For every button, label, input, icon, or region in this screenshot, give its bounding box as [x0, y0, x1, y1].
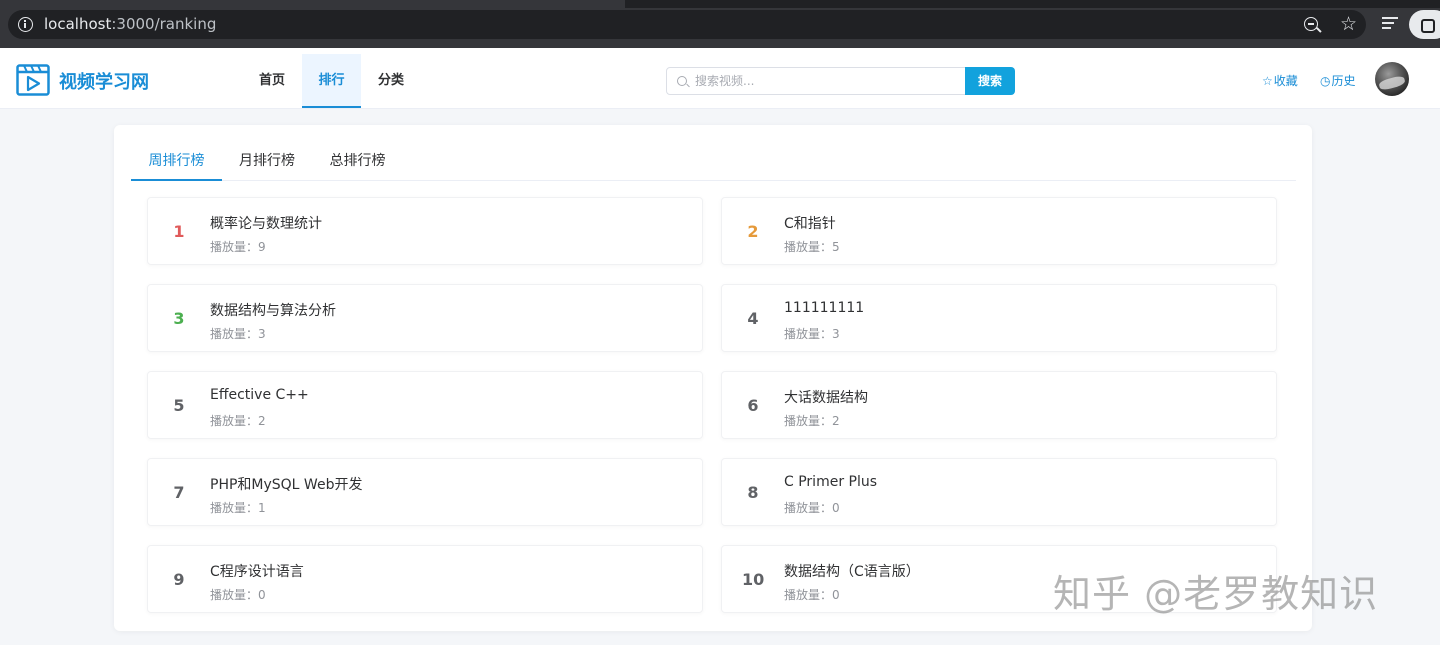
video-title[interactable]: C和指针	[784, 213, 836, 233]
clock-icon: ◷	[1320, 74, 1331, 88]
video-title[interactable]: C程序设计语言	[210, 561, 304, 581]
rank-number: 2	[747, 222, 759, 241]
search-input[interactable]	[695, 68, 960, 94]
rank-number: 4	[747, 309, 759, 328]
play-count: 播放量：3	[784, 327, 840, 341]
video-title[interactable]: PHP和MySQL Web开发	[210, 474, 362, 494]
nav-category[interactable]: 分类	[362, 54, 420, 108]
play-count: 播放量：0	[784, 501, 840, 515]
video-title[interactable]: Effective C++	[210, 387, 309, 403]
rank-number: 10	[742, 570, 765, 589]
play-count: 播放量：0	[784, 588, 840, 602]
rank-number: 3	[173, 309, 185, 328]
play-count: 播放量：2	[784, 414, 840, 428]
reading-list-icon[interactable]	[1382, 17, 1398, 31]
rank-number: 5	[173, 396, 185, 415]
rank-item[interactable]: 7 PHP和MySQL Web开发 播放量：1	[147, 458, 703, 526]
rank-item[interactable]: 2 C和指针 播放量：5	[721, 197, 1277, 265]
rank-item[interactable]: 6 大话数据结构 播放量：2	[721, 371, 1277, 439]
play-count: 播放量：3	[210, 327, 266, 341]
rank-item[interactable]: 5 Effective C++ 播放量：2	[147, 371, 703, 439]
rank-item[interactable]: 8 C Primer Plus 播放量：0	[721, 458, 1277, 526]
video-title[interactable]: 111111111	[784, 300, 864, 316]
active-tab-area[interactable]	[0, 0, 625, 8]
bookmark-star-icon[interactable]: ☆	[1340, 13, 1357, 35]
app-header: 视频学习网 首页 排行 分类 搜索 ☆收藏 ◷历史	[0, 48, 1440, 109]
tab-monthly[interactable]: 月排行榜	[222, 145, 312, 181]
star-icon: ☆	[1262, 74, 1273, 88]
ranking-tabs: 周排行榜 月排行榜 总排行榜	[131, 145, 1296, 181]
rank-number: 9	[173, 570, 185, 589]
rank-item[interactable]: 9 C程序设计语言 播放量：0	[147, 545, 703, 613]
search-button[interactable]: 搜索	[965, 67, 1015, 95]
play-count: 播放量：1	[210, 501, 266, 515]
profile-extension-button[interactable]	[1409, 10, 1440, 39]
tab-total[interactable]: 总排行榜	[312, 145, 403, 181]
address-bar[interactable]: localhost:3000/ranking ☆	[8, 10, 1366, 39]
video-title[interactable]: 大话数据结构	[784, 387, 868, 407]
rank-number: 8	[747, 483, 759, 502]
site-logo-text[interactable]: 视频学习网	[59, 68, 149, 94]
rank-item[interactable]: 3 数据结构与算法分析 播放量：3	[147, 284, 703, 352]
video-title[interactable]: 概率论与数理统计	[210, 213, 322, 233]
favorites-label: 收藏	[1273, 74, 1298, 88]
zoom-icon[interactable]	[1304, 17, 1318, 31]
video-title[interactable]: 数据结构（C语言版）	[784, 561, 920, 581]
browser-toolbar: localhost:3000/ranking ☆	[0, 8, 1440, 48]
nav-home[interactable]: 首页	[243, 54, 301, 108]
video-logo-icon[interactable]	[16, 64, 50, 96]
play-count: 播放量：9	[210, 240, 266, 254]
user-avatar[interactable]	[1375, 62, 1409, 96]
play-count: 播放量：2	[210, 414, 266, 428]
search-box	[666, 67, 966, 95]
search-icon	[677, 76, 687, 86]
ranking-card: 周排行榜 月排行榜 总排行榜 1 概率论与数理统计 播放量：9 2 C和指针 播…	[114, 125, 1312, 631]
video-title[interactable]: 数据结构与算法分析	[210, 300, 336, 320]
play-count: 播放量：0	[210, 588, 266, 602]
history-link[interactable]: ◷历史	[1320, 72, 1356, 89]
rank-number: 7	[173, 483, 185, 502]
browser-tabstrip	[0, 0, 1440, 8]
favorites-link[interactable]: ☆收藏	[1262, 72, 1298, 89]
watermark: 知乎 @老罗教知识	[1053, 572, 1379, 616]
history-label: 历史	[1331, 74, 1356, 88]
site-info-icon[interactable]	[18, 17, 33, 32]
video-title[interactable]: C Primer Plus	[784, 474, 877, 490]
rank-number: 6	[747, 396, 759, 415]
play-count: 播放量：5	[784, 240, 840, 254]
rank-number: 1	[173, 222, 185, 241]
rank-item[interactable]: 1 概率论与数理统计 播放量：9	[147, 197, 703, 265]
rank-item[interactable]: 4 111111111 播放量：3	[721, 284, 1277, 352]
url-text[interactable]: localhost:3000/ranking	[44, 15, 216, 33]
nav-ranking[interactable]: 排行	[302, 54, 361, 108]
tab-weekly[interactable]: 周排行榜	[131, 145, 222, 181]
